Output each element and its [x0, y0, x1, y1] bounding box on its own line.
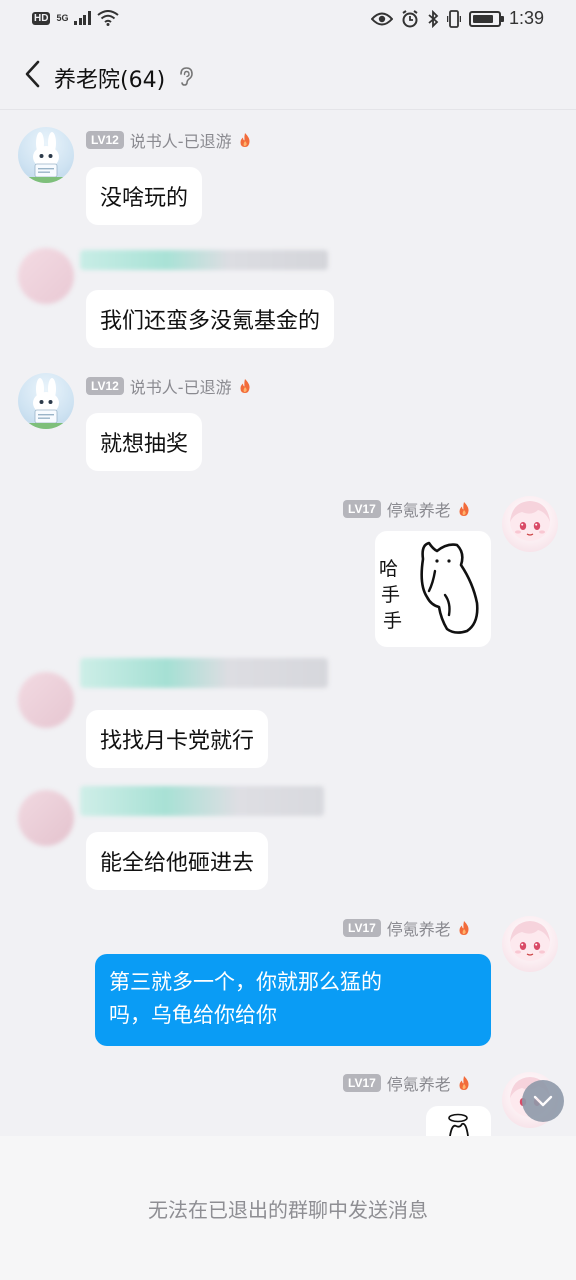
message-bubble[interactable]: 能全给他砸进去: [86, 832, 269, 890]
self-avatar[interactable]: [502, 496, 558, 552]
sticker-caption-1: 哈: [379, 558, 398, 580]
self-avatar[interactable]: [502, 916, 558, 972]
blurred-avatar: [18, 790, 74, 846]
chevron-down-icon: [533, 1095, 553, 1107]
eye-icon: [370, 12, 393, 25]
vibrate-icon: [446, 9, 461, 28]
sender-nickname[interactable]: 停氪养老: [387, 916, 451, 940]
scroll-to-bottom-button[interactable]: [522, 1080, 564, 1122]
level-badge: LV17: [343, 919, 381, 937]
sender-meta: LV17 停氪养老: [343, 1071, 471, 1095]
flame-icon: [459, 1076, 469, 1090]
cannot-send-notice: 无法在已退出的群聊中发送消息: [148, 1198, 428, 1222]
sender-nickname[interactable]: 说书人-已退游: [130, 374, 232, 398]
message-bubble[interactable]: 我们还蛮多没氪基金的: [86, 290, 335, 348]
message-bubble[interactable]: 就想抽奖: [86, 413, 203, 471]
level-badge: LV12: [86, 377, 124, 395]
flame-icon: [459, 921, 469, 935]
sender-meta: LV12 说书人-已退游: [86, 374, 252, 398]
blurred-sender-name: [80, 786, 324, 816]
sender-avatar[interactable]: [18, 373, 74, 429]
status-time: 1:39: [508, 8, 544, 28]
blurred-sender-name: [80, 250, 328, 270]
message-line-1: 第三就多一个，你就那么猛的: [109, 970, 382, 994]
wifi-icon: [97, 10, 119, 26]
back-button[interactable]: [14, 56, 50, 92]
sender-meta: LV17 停氪养老: [343, 916, 471, 940]
sender-nickname[interactable]: 说书人-已退游: [130, 128, 232, 152]
signal-icon: [74, 11, 91, 25]
flame-icon: [459, 502, 469, 516]
sticker-image: [448, 1113, 469, 1136]
blurred-avatar: [18, 248, 74, 304]
cat-sticker-image: 哈 手 手: [379, 541, 479, 634]
alarm-icon: [402, 9, 418, 27]
sticker-message[interactable]: [426, 1106, 491, 1136]
chat-title[interactable]: 养老院(64): [54, 62, 165, 94]
battery-level: [472, 14, 494, 23]
message-bubble[interactable]: 找找月卡党就行: [86, 710, 269, 768]
sender-avatar[interactable]: [18, 127, 74, 183]
network-type-label: 5G: [56, 12, 69, 23]
level-badge: LV17: [343, 1074, 381, 1092]
blurred-sender-name: [80, 658, 328, 688]
sticker-message[interactable]: 哈 手 手: [375, 531, 491, 647]
bluetooth-icon: [428, 9, 439, 28]
sticker-caption-3: 手: [383, 610, 402, 632]
blurred-avatar: [18, 672, 74, 728]
sender-nickname[interactable]: 停氪养老: [387, 497, 451, 521]
level-badge: LV17: [343, 500, 381, 518]
bottom-input-bar: 无法在已退出的群聊中发送消息: [0, 1136, 576, 1280]
battery-icon: [468, 10, 504, 27]
sender-nickname[interactable]: 停氪养老: [387, 1071, 451, 1095]
chevron-left-icon: [25, 60, 40, 88]
chat-header: 养老院(64): [0, 40, 576, 110]
message-bubble[interactable]: 没啥玩的: [86, 167, 203, 225]
sender-meta: LV12 说书人-已退游: [86, 128, 252, 152]
ear-icon[interactable]: [178, 66, 194, 86]
status-bar: HD 5G 1:39: [0, 0, 576, 40]
flame-icon: [240, 379, 250, 393]
self-message-bubble[interactable]: 第三就多一个，你就那么猛的 吗，乌龟给你给你: [95, 954, 491, 1046]
message-line-2: 吗，乌龟给你给你: [109, 1003, 277, 1027]
hd-badge: HD: [32, 11, 51, 25]
flame-icon: [240, 133, 250, 147]
level-badge: LV12: [86, 131, 124, 149]
sticker-caption-2: 手: [381, 584, 400, 606]
status-left: HD 5G: [32, 10, 119, 26]
sender-meta: LV17 停氪养老: [343, 497, 471, 521]
status-right: 1:39: [370, 8, 544, 29]
